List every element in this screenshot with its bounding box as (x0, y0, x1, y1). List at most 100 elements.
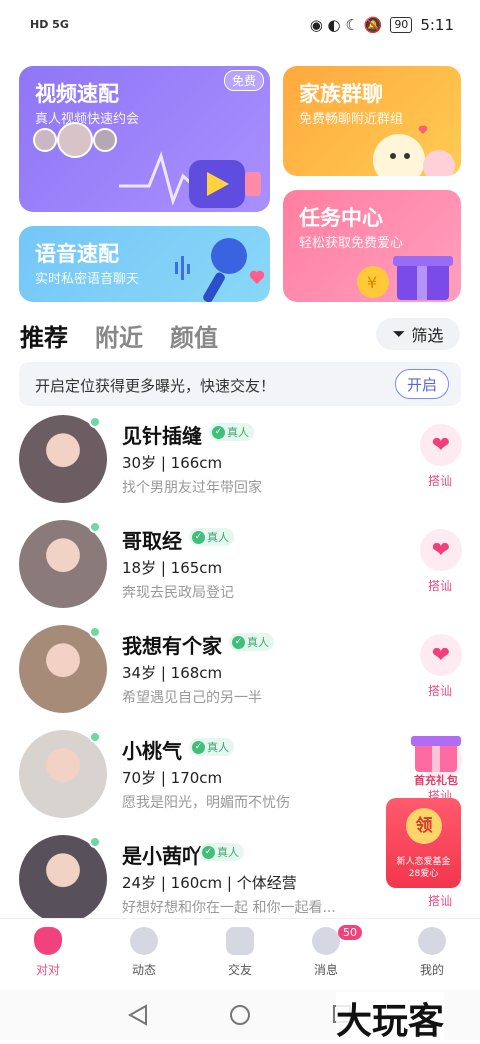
verified-badge: ✓ 真人 (199, 843, 244, 861)
online-indicator (89, 836, 101, 848)
user-name: 是小茜吖 (122, 844, 202, 868)
user-row[interactable]: 哥取经 ✓ 真人 18岁 | 165cm 奔现去民政局登记 ❤ 搭讪 (0, 513, 480, 618)
user-name: 我想有个家 (122, 634, 222, 658)
nav-me[interactable]: 我的 (392, 923, 472, 978)
user-bio: 愿我是阳光，明媚而不忧伤 (122, 795, 290, 811)
online-indicator (89, 416, 101, 428)
check-icon: ✓ (202, 845, 215, 859)
tab-nearby[interactable]: 附近 (95, 318, 143, 353)
user-name: 哥取经 (122, 529, 182, 553)
video-match-card[interactable]: 视频速配 真人视频快速约会 免费 (19, 66, 270, 212)
task-center-title: 任务中心 (299, 206, 383, 230)
user-bio: 找个男朋友过年带回家 (122, 480, 262, 496)
check-icon: ✓ (192, 530, 205, 544)
user-meta: 34岁 | 168cm (122, 664, 223, 682)
online-indicator (89, 731, 101, 743)
avatar[interactable] (19, 520, 107, 608)
verified-label: 真人 (247, 636, 269, 649)
family-group-card[interactable]: 家族群聊 免费畅聊附近群组 (283, 66, 461, 176)
voice-match-subtitle: 实时私密语音聊天 (35, 272, 140, 287)
avatar (33, 128, 57, 152)
clock: 5:11 (420, 16, 454, 34)
filter-button[interactable]: ⏷ 筛选 (376, 318, 460, 350)
microphone-icon (175, 238, 265, 302)
greet-label[interactable]: 搭讪 (428, 577, 452, 594)
user-bio: 希望遇见自己的另一半 (122, 690, 262, 706)
avatar[interactable] (19, 835, 107, 923)
heart-button[interactable]: ❤ (420, 634, 462, 676)
red-packet-banner[interactable]: 领 新人恋爱基金 28爱心 (386, 798, 461, 888)
back-icon[interactable] (128, 1004, 148, 1026)
greet-label[interactable]: 搭讪 (428, 472, 452, 489)
user-bio: 奔现去民政局登记 (122, 585, 234, 601)
greet-label[interactable]: 搭讪 (428, 682, 452, 699)
system-nav-bar: 大玩客 (0, 990, 480, 1044)
check-icon: ✓ (192, 740, 205, 754)
avatar (57, 122, 93, 158)
svg-text:¥: ¥ (367, 273, 377, 292)
location-notice: 开启定位获得更多曝光，快速交友！ 开启 (19, 362, 461, 406)
avatar[interactable] (19, 415, 107, 503)
user-name: 小桃气 (122, 739, 182, 763)
heart-icon (34, 927, 62, 955)
task-center-card[interactable]: 任务中心 轻松获取免费爱心 ¥ (283, 190, 461, 302)
online-indicator (89, 626, 101, 638)
gift-box-icon: ¥ (357, 256, 453, 300)
online-indicator (89, 521, 101, 533)
battery-icon: 90 (390, 17, 413, 33)
watermark: 大玩客 (336, 992, 445, 1044)
verified-badge: ✓ 真人 (189, 738, 234, 756)
nav-friends[interactable]: 交友 (200, 923, 280, 978)
notice-text: 开启定位获得更多曝光，快速交友！ (35, 377, 276, 395)
nav-label: 动态 (131, 963, 156, 977)
gift-label: 首充礼包 (414, 773, 458, 787)
heart-button[interactable]: ❤ (420, 424, 462, 466)
verified-label: 真人 (207, 531, 229, 544)
redpack-line1: 新人恋爱基金 (396, 857, 451, 867)
message-icon (312, 927, 340, 955)
user-row[interactable]: 我想有个家 ✓ 真人 34岁 | 168cm 希望遇见自己的另一半 ❤ 搭讪 (0, 618, 480, 723)
heart-button[interactable]: ❤ (420, 529, 462, 571)
user-meta: 30岁 | 166cm (122, 454, 223, 472)
friends-icon (226, 927, 254, 955)
verified-label: 真人 (207, 741, 229, 754)
home-icon[interactable] (229, 1004, 251, 1026)
nav-duidui[interactable]: 对对 (8, 923, 88, 978)
check-icon: ✓ (232, 635, 245, 649)
enable-location-button[interactable]: 开启 (395, 369, 449, 399)
user-name: 见针插缝 (122, 424, 202, 448)
avatar (93, 128, 117, 152)
video-match-title: 视频速配 (35, 82, 119, 106)
user-meta: 24岁 | 160cm | 个体经营 (122, 874, 297, 892)
verified-badge: ✓ 真人 (209, 423, 254, 441)
chat-bubble-icon (373, 125, 455, 176)
nav-label: 对对 (35, 963, 60, 977)
family-group-title: 家族群聊 (299, 82, 383, 106)
verified-badge: ✓ 真人 (189, 528, 234, 546)
filter-icon: ⏷ (392, 324, 406, 343)
check-icon: ✓ (212, 425, 225, 439)
video-match-subtitle: 真人视频快速约会 (35, 112, 140, 127)
claim-coin: 领 (406, 808, 442, 844)
video-camera-icon (119, 151, 261, 208)
avatar[interactable] (19, 625, 107, 713)
verified-label: 真人 (217, 846, 239, 859)
greet-label[interactable]: 搭讪 (428, 892, 452, 909)
redpack-line2: 28爱心 (408, 869, 439, 879)
nav-messages[interactable]: 消息 50 (286, 923, 366, 978)
nav-label: 我的 (419, 963, 444, 977)
first-recharge-gift-icon[interactable]: 首充礼包 (405, 728, 467, 788)
avatar[interactable] (19, 730, 107, 818)
tab-looks[interactable]: 颜值 (170, 318, 218, 353)
tab-recommend[interactable]: 推荐 (20, 318, 68, 353)
user-meta: 18岁 | 165cm (122, 559, 223, 577)
status-bar: HD 5G ◉ ◐ ☾ 🔕 90 5:11 (0, 0, 480, 56)
user-row[interactable]: 见针插缝 ✓ 真人 30岁 | 166cm 找个男朋友过年带回家 ❤ 搭讪 (0, 408, 480, 513)
free-badge: 免费 (223, 70, 264, 91)
network-indicator: HD 5G (30, 18, 69, 31)
bottom-nav: 对对 动态 交友 消息 50 我的 (0, 918, 480, 990)
nav-moments[interactable]: 动态 (104, 923, 184, 978)
message-count-badge: 50 (338, 925, 362, 940)
planet-icon (130, 927, 158, 955)
voice-match-card[interactable]: 语音速配 实时私密语音聊天 (19, 226, 270, 302)
